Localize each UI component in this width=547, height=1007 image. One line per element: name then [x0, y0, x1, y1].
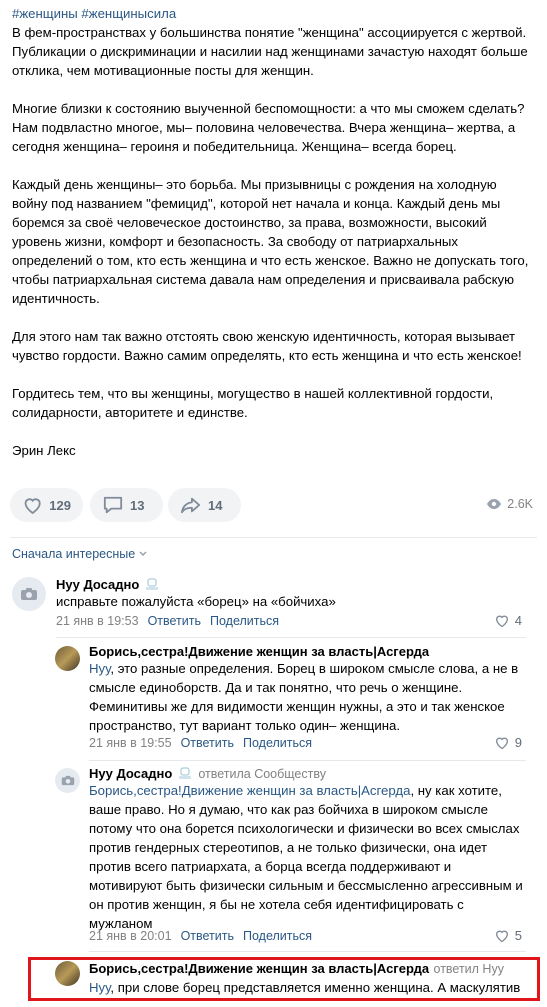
comment-meta: 21 янв в 19:55 Ответить Поделиться	[89, 736, 312, 750]
reply-button[interactable]: Ответить	[181, 929, 234, 943]
comment-date[interactable]: 21 янв в 19:53	[56, 614, 139, 628]
heart-icon	[495, 930, 508, 943]
eye-icon	[487, 499, 502, 509]
comment-author[interactable]: Нуу Досадно	[89, 766, 172, 781]
share-comment-button[interactable]: Поделиться	[243, 736, 312, 750]
post-actions: 129 13 14 2.6K	[10, 488, 535, 524]
avatar[interactable]	[55, 768, 80, 793]
heart-icon	[495, 615, 508, 628]
comments-sort-dropdown[interactable]: Сначала интересные	[12, 547, 148, 561]
comment-like-button[interactable]: 9	[494, 735, 522, 750]
post-paragraph: Для этого нам так важно отстоять свою же…	[12, 329, 522, 363]
highlight-box	[28, 957, 540, 1001]
avatar[interactable]	[12, 577, 46, 611]
post-paragraph: Гордитесь тем, что вы женщины, могуществ…	[12, 386, 494, 420]
community-avatar[interactable]	[55, 646, 80, 671]
comment-text: исправьте пожалуйста «борец» на «бойчиха…	[56, 594, 336, 609]
comment-author[interactable]: Нуу Досадно	[56, 577, 139, 592]
badge-icon	[146, 578, 159, 590]
comment-meta: 21 янв в 19:53 Ответить Поделиться	[56, 614, 279, 628]
badge-icon	[179, 767, 192, 779]
post-body: #женщины #женщинысила В фем-пространства…	[12, 0, 534, 460]
share-button[interactable]: 14	[168, 488, 241, 522]
post-paragraph: Многие близки к состоянию выученной бесп…	[12, 101, 525, 154]
share-comment-button[interactable]: Поделиться	[243, 929, 312, 943]
like-count: 129	[49, 497, 71, 513]
comment-count: 13	[130, 497, 145, 513]
share-comment-button[interactable]: Поделиться	[210, 614, 279, 628]
comment-reply: Борись,сестра!Движение женщин за власть|…	[89, 644, 525, 735]
divider	[10, 537, 537, 538]
reply-button[interactable]: Ответить	[181, 736, 234, 750]
share-count: 14	[208, 497, 223, 513]
comment-like-count: 9	[514, 735, 522, 750]
comment-like-count: 4	[514, 613, 522, 628]
post-paragraph: Каждый день женщины– это борьба. Мы приз…	[12, 177, 529, 306]
view-count: 2.6K	[507, 497, 533, 511]
divider	[89, 951, 526, 952]
comment-date[interactable]: 21 янв в 19:55	[89, 736, 172, 750]
views-counter: 2.6K	[486, 497, 533, 511]
comment-like-count: 5	[514, 928, 522, 943]
comment-button[interactable]: 13	[90, 488, 163, 522]
comment-like-button[interactable]: 5	[494, 928, 522, 943]
comment-icon	[103, 496, 123, 514]
reply-button[interactable]: Ответить	[148, 614, 201, 628]
comment-like-button[interactable]: 4	[494, 613, 522, 628]
divider	[56, 637, 526, 638]
sort-label: Сначала интересные	[12, 547, 136, 561]
comment-text: Борись,сестра!Движение женщин за власть|…	[89, 783, 523, 931]
camera-icon	[21, 588, 37, 600]
comment-date[interactable]: 21 янв в 20:01	[89, 929, 172, 943]
mention-link[interactable]: Нуу	[89, 661, 110, 676]
chevron-down-icon	[139, 551, 147, 557]
comment: Нуу Досадно исправьте пожалуйста «борец»…	[56, 577, 522, 611]
post-paragraph: В фем-пространствах у большинства поняти…	[12, 25, 528, 78]
comment-author[interactable]: Борись,сестра!Движение женщин за власть|…	[89, 644, 525, 659]
post-hashtags[interactable]: #женщины #женщинысила	[12, 4, 534, 23]
comment-reply: Нуу Досадно ответила Сообществу Борись,с…	[89, 766, 525, 933]
camera-icon	[61, 775, 74, 786]
comment-meta: 21 янв в 20:01 Ответить Поделиться	[89, 929, 312, 943]
like-button[interactable]: 129	[10, 488, 83, 522]
divider	[89, 760, 526, 761]
replied-to-label[interactable]: ответила Сообществу	[198, 767, 326, 781]
heart-icon	[495, 737, 508, 750]
share-arrow-icon	[181, 497, 201, 514]
mention-link[interactable]: Борись,сестра!Движение женщин за власть|…	[89, 783, 410, 798]
post-signature: Эрин Лекс	[12, 443, 76, 458]
heart-icon	[24, 498, 41, 515]
comment-text: Нуу, это разные определения. Борец в шир…	[89, 661, 519, 733]
